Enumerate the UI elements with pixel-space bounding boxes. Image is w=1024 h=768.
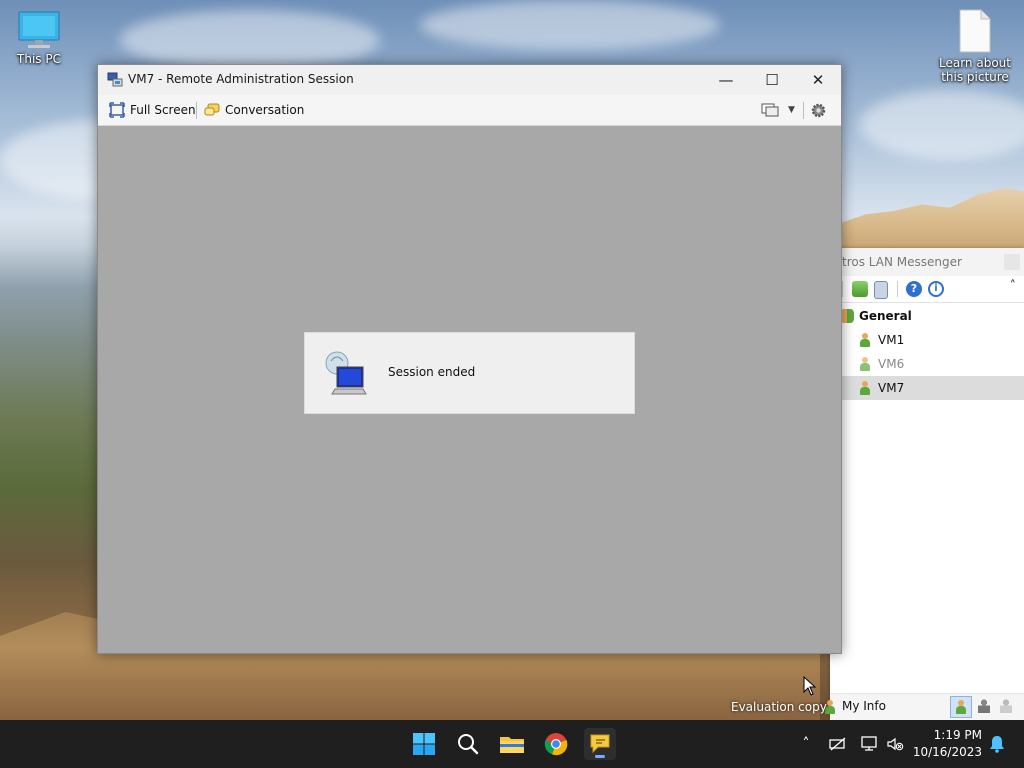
search-button[interactable] <box>452 728 484 760</box>
desktop-icon-learn-about-picture[interactable]: Learn about this picture <box>938 8 1012 84</box>
chrome-icon <box>544 733 568 756</box>
monitor-icon <box>761 103 779 117</box>
settings-button[interactable] <box>810 101 827 119</box>
collapse-chevron-icon[interactable]: ˄ <box>1010 279 1017 294</box>
search-icon <box>458 734 479 755</box>
display-icon[interactable] <box>858 720 880 768</box>
user-offline-icon <box>859 357 871 371</box>
user-online-icon <box>859 333 871 347</box>
minimize-button[interactable]: — <box>703 65 749 95</box>
messenger-status-bar: My Info <box>825 693 1024 720</box>
conversation-button[interactable]: Conversation <box>204 101 304 119</box>
folder-icon[interactable] <box>852 281 868 297</box>
contact-vm7[interactable]: VM7 <box>830 376 1024 400</box>
user-online-icon <box>859 381 871 395</box>
mouse-cursor-icon <box>803 675 817 699</box>
folder-icon <box>500 737 524 753</box>
volume-muted-icon[interactable] <box>884 720 906 768</box>
evaluation-copy-text: Evaluation copy <box>731 700 827 714</box>
close-button[interactable]: ✕ <box>795 65 841 95</box>
status-away-icon[interactable] <box>978 699 990 713</box>
info-icon[interactable]: i <box>928 281 944 297</box>
contact-vm1[interactable]: VM1 <box>830 328 1024 352</box>
remote-admin-app-icon <box>107 72 123 88</box>
display-select-button[interactable]: ▼ <box>761 101 795 119</box>
network-icon[interactable] <box>826 720 850 768</box>
session-ended-panel: Session ended <box>304 332 635 414</box>
clock-date: 10/16/2023 <box>912 745 982 759</box>
lan-messenger-window[interactable]: ftros LAN Messenger ? i ˄ General VM1 VM… <box>825 248 1024 720</box>
system-clock[interactable]: 1:19 PM 10/16/2023 <box>913 727 982 761</box>
messenger-close-icon[interactable] <box>1004 254 1020 270</box>
contact-vm6[interactable]: VM6 <box>830 352 1024 376</box>
clock-time: 1:19 PM <box>933 728 982 742</box>
status-available-icon <box>955 700 967 714</box>
show-hidden-icons-button[interactable]: ˄ <box>796 720 816 768</box>
contact-list: General VM1 VM6 VM7 <box>830 304 1024 400</box>
conversation-icon <box>204 103 220 116</box>
window-title: VM7 - Remote Administration Session <box>128 72 354 86</box>
desktop-icon-label: Learn about this picture <box>939 56 1011 84</box>
full-screen-icon <box>109 102 125 118</box>
remote-screen-area[interactable]: Session ended <box>98 126 841 696</box>
full-screen-button[interactable]: Full Screen <box>109 101 196 119</box>
gear-icon <box>811 103 826 117</box>
status-offline-icon[interactable] <box>1000 699 1012 713</box>
maximize-button[interactable]: ☐ <box>749 65 795 95</box>
lan-messenger-taskbar-button[interactable] <box>584 728 616 760</box>
desktop-icon-this-pc[interactable]: This PC <box>7 10 71 66</box>
session-status-text: Session ended <box>388 365 476 379</box>
file-explorer-button[interactable] <box>496 728 528 760</box>
messenger-toolbar: ? i ˄ <box>830 276 1024 303</box>
window-titlebar[interactable]: VM7 - Remote Administration Session — ☐ … <box>98 65 841 95</box>
taskbar: ˄ 1:19 PM 10/16/2023 <box>0 720 1024 768</box>
remote-computer-icon <box>323 349 367 400</box>
my-info-label[interactable]: My Info <box>842 699 886 713</box>
chevron-down-icon: ▼ <box>788 105 795 115</box>
notification-bell-icon[interactable] <box>986 720 1008 768</box>
messenger-title: ftros LAN Messenger <box>830 248 1024 276</box>
group-general[interactable]: General <box>830 304 1024 328</box>
notes-icon[interactable] <box>874 281 888 299</box>
full-screen-label: Full Screen <box>130 103 196 117</box>
conversation-label: Conversation <box>225 103 305 117</box>
monitor-icon <box>17 10 61 50</box>
windows-logo-icon <box>413 733 435 755</box>
desktop-icon-label: This PC <box>17 52 61 66</box>
start-button[interactable] <box>408 728 440 760</box>
chrome-button[interactable] <box>540 728 572 760</box>
remote-admin-window[interactable]: VM7 - Remote Administration Session — ☐ … <box>97 64 842 696</box>
session-toolbar: Full Screen Conversation ▼ <box>98 95 841 126</box>
messenger-icon <box>590 734 610 754</box>
file-icon <box>957 8 993 54</box>
group-icon <box>840 309 854 323</box>
help-icon[interactable]: ? <box>906 281 922 297</box>
